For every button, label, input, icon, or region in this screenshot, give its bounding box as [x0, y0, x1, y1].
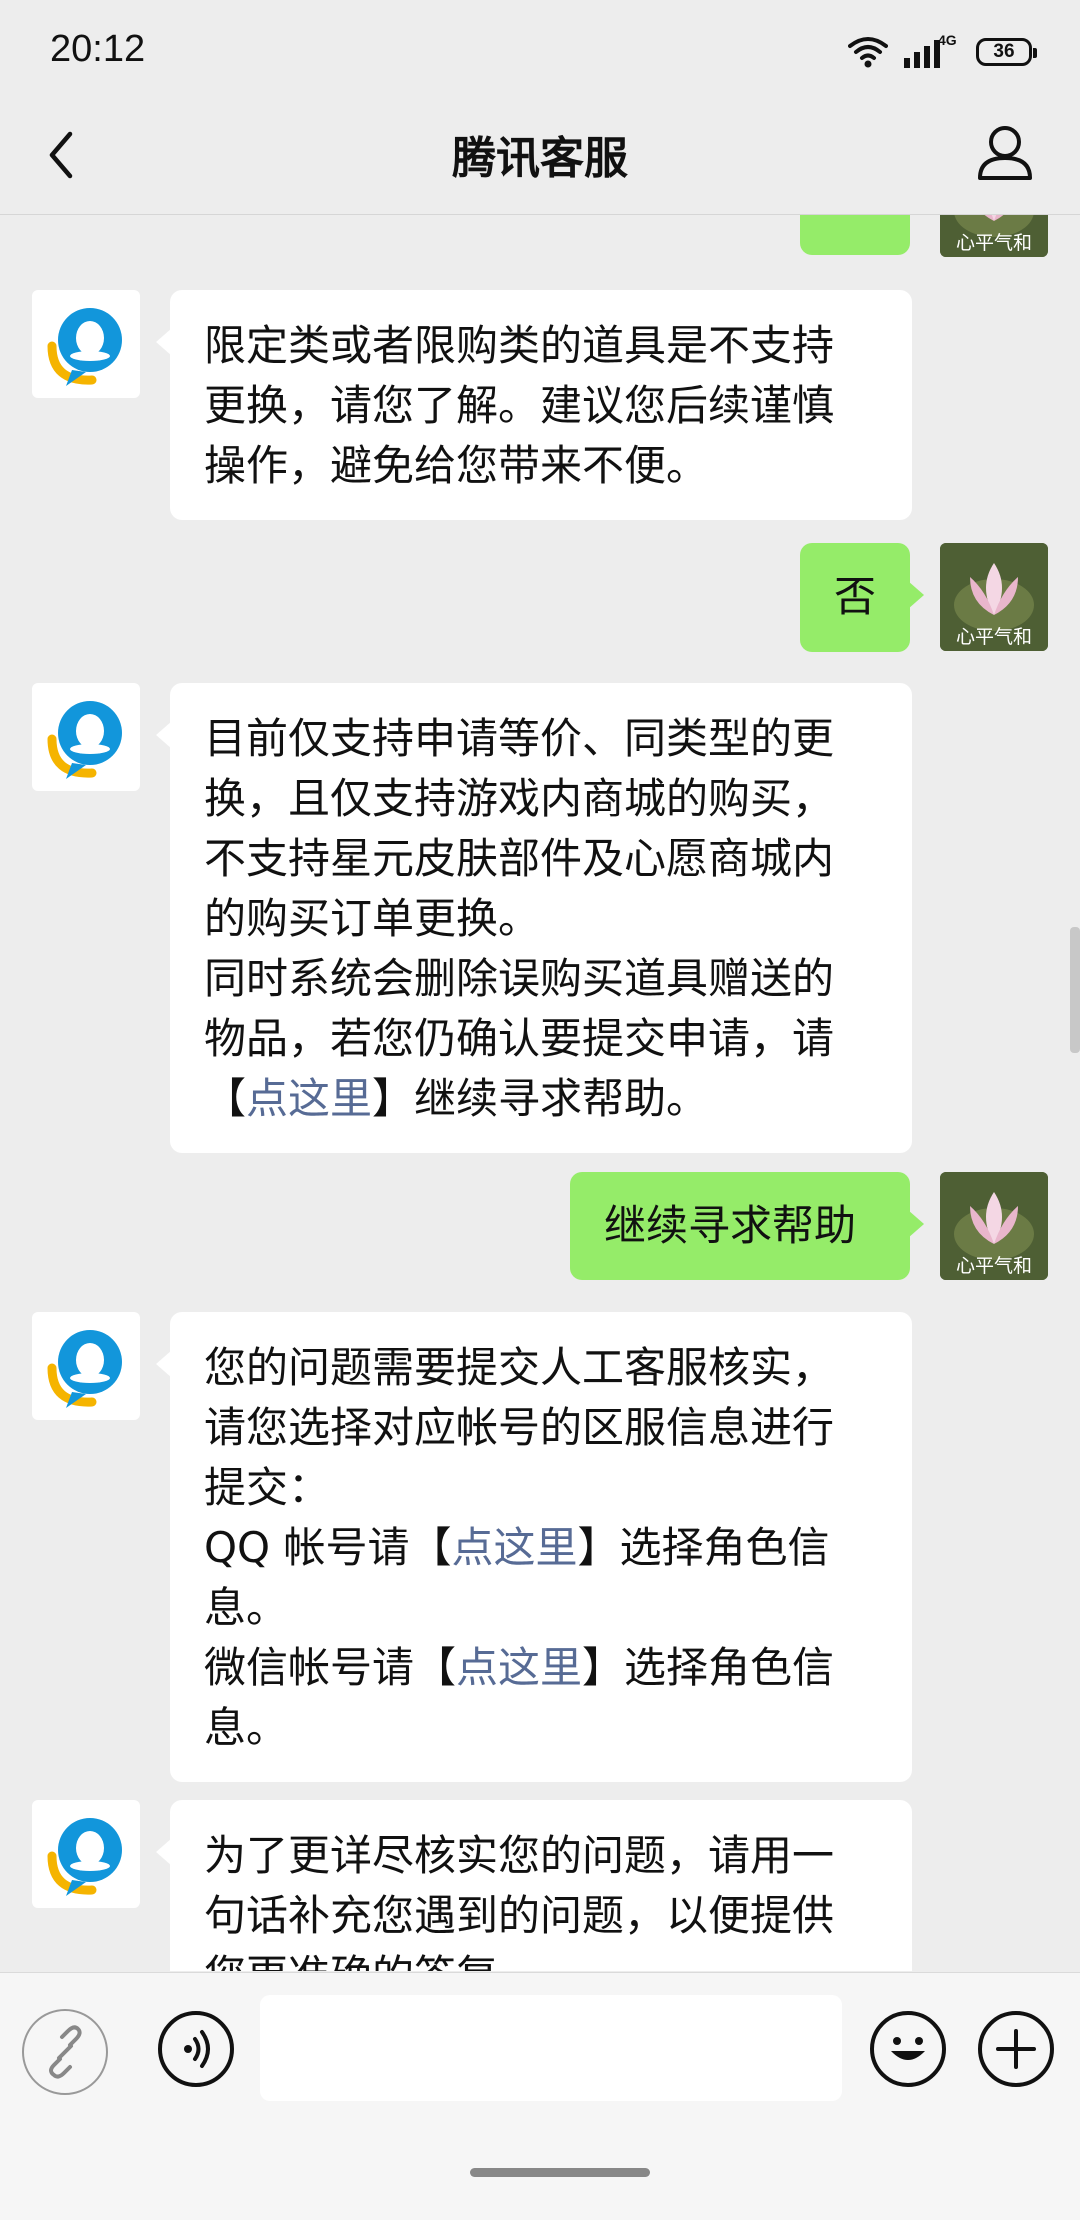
message-line: 限定类或者限购类的道具是不支持 — [204, 321, 835, 370]
click-here-link-qq[interactable]: 点这里 — [451, 1523, 577, 1572]
signal-icon: 4G — [902, 32, 962, 70]
avatar-user[interactable]: 心平气和 — [940, 215, 1048, 257]
profile-button[interactable] — [970, 118, 1040, 188]
message-input[interactable] — [260, 1995, 842, 2101]
message-line: QQ 帐号请【点这里】选择角色信 — [204, 1518, 882, 1578]
input-bar — [0, 1972, 1080, 2220]
message-line: 同时系统会删除误购买道具赠送的 — [204, 954, 835, 1003]
avatar-service[interactable] — [32, 1800, 140, 1908]
message-text: 否 — [834, 572, 877, 621]
message-bubble-incoming[interactable]: 您的问题需要提交人工客服核实， 请您选择对应帐号的区服信息进行 提交： QQ 帐… — [156, 1312, 912, 1782]
click-here-link[interactable]: 点这里 — [246, 1074, 372, 1123]
message-line: 不支持星元皮肤部件及心愿商城内 — [204, 834, 835, 883]
avatar-service[interactable] — [32, 1312, 140, 1420]
qq-penguin-icon — [47, 308, 122, 386]
avatar-caption: 心平气和 — [955, 626, 1032, 648]
scrollbar-thumb[interactable] — [1070, 927, 1080, 1053]
battery-icon: 36 — [976, 38, 1037, 66]
wifi-icon — [848, 37, 888, 68]
qq-penguin-icon — [47, 1330, 122, 1408]
qq-account-prefix: QQ 帐号请【 — [204, 1523, 452, 1572]
message-bubble-incoming[interactable]: 限定类或者限购类的道具是不支持 更换，请您了解。建议您后续谨慎 操作，避免给您带… — [156, 290, 912, 520]
message-bubble-outgoing[interactable]: 是 — [800, 215, 910, 255]
status-time: 20:12 — [50, 28, 146, 70]
wechat-account-prefix: 微信帐号请【 — [204, 1643, 457, 1692]
message-line: 息。 — [204, 1703, 289, 1752]
home-indicator[interactable] — [470, 2168, 650, 2177]
link-icon — [49, 2025, 82, 2079]
message-text: 继续寻求帮助 — [604, 1201, 857, 1250]
avatar-caption: 心平气和 — [955, 232, 1032, 254]
message-line: 更换，请您了解。建议您后续谨慎 — [204, 381, 835, 430]
voice-button[interactable] — [158, 2011, 234, 2087]
message-bubble-incoming[interactable]: 目前仅支持申请等价、同类型的更 换，且仅支持游戏内商城的购买， 不支持星元皮肤部… — [156, 683, 912, 1153]
nav-bar: 腾讯客服 — [0, 100, 1080, 215]
message-line: 提交： — [204, 1463, 331, 1512]
message-line: 目前仅支持申请等价、同类型的更 — [204, 714, 835, 763]
plus-button[interactable] — [978, 2011, 1054, 2087]
bracket-open: 【 — [204, 1074, 247, 1123]
message-line: 操作，避免给您带来不便。 — [204, 441, 709, 490]
message-line: 物品，若您仍确认要提交申请，请 — [204, 1014, 835, 1063]
message-line: 微信帐号请【点这里】选择角色信 — [204, 1638, 882, 1698]
emoji-button[interactable] — [870, 2011, 946, 2087]
message-line: 息。 — [204, 1583, 289, 1632]
page-title: 腾讯客服 — [452, 133, 628, 184]
link-button[interactable] — [22, 2009, 108, 2095]
message-line: 句话补充您遇到的问题，以便提供 — [204, 1891, 835, 1940]
message-line: 您更准确的答复。 — [204, 1946, 882, 1971]
message-line: 为了更详尽核实您的问题，请用一 — [204, 1831, 835, 1880]
avatar-caption: 心平气和 — [955, 1255, 1032, 1277]
qq-penguin-icon — [47, 1818, 122, 1896]
status-icons: 4G 36 — [848, 30, 1037, 74]
qq-penguin-icon — [47, 701, 122, 779]
status-bar: 20:12 4G 36 — [0, 0, 1080, 100]
line-tail: 】选择角色信 — [582, 1643, 835, 1692]
person-icon — [978, 126, 1032, 180]
chat-screen: 20:12 4G 36 腾讯客服 心平气和 限定类或者限购类的道具是不支持 更换… — [0, 0, 1080, 2220]
plus-icon — [996, 2029, 1036, 2069]
message-bubble-incoming[interactable]: 为了更详尽核实您的问题，请用一 句话补充您遇到的问题，以便提供 您更准确的答复。 — [156, 1800, 912, 1971]
avatar-user[interactable]: 心平气和 — [940, 1172, 1048, 1280]
message-bubble-outgoing[interactable]: 继续寻求帮助 — [570, 1172, 924, 1280]
message-line: 您的问题需要提交人工客服核实， — [204, 1343, 835, 1392]
avatar-user[interactable]: 心平气和 — [940, 543, 1048, 651]
emoji-icon — [891, 2037, 925, 2060]
click-here-link-wechat[interactable]: 点这里 — [456, 1643, 582, 1692]
message-line: 的购买订单更换。 — [204, 894, 541, 943]
chat-message-list[interactable]: 是 心平气和 — [0, 215, 1080, 1971]
battery-level: 36 — [993, 41, 1015, 62]
message-line: 【点这里】继续寻求帮助。 — [204, 1069, 882, 1129]
voice-icon — [184, 2030, 210, 2068]
message-line: 请您选择对应帐号的区服信息进行 — [204, 1403, 835, 1452]
network-type-label: 4G — [938, 32, 957, 48]
avatar-service[interactable] — [32, 683, 140, 791]
message-bubble-outgoing[interactable]: 否 — [800, 543, 924, 652]
line-tail: 】选择角色信 — [577, 1523, 830, 1572]
avatar-service[interactable] — [32, 290, 140, 398]
line-tail: 】继续寻求帮助。 — [372, 1074, 709, 1123]
message-line: 换，且仅支持游戏内商城的购买， — [204, 774, 835, 823]
